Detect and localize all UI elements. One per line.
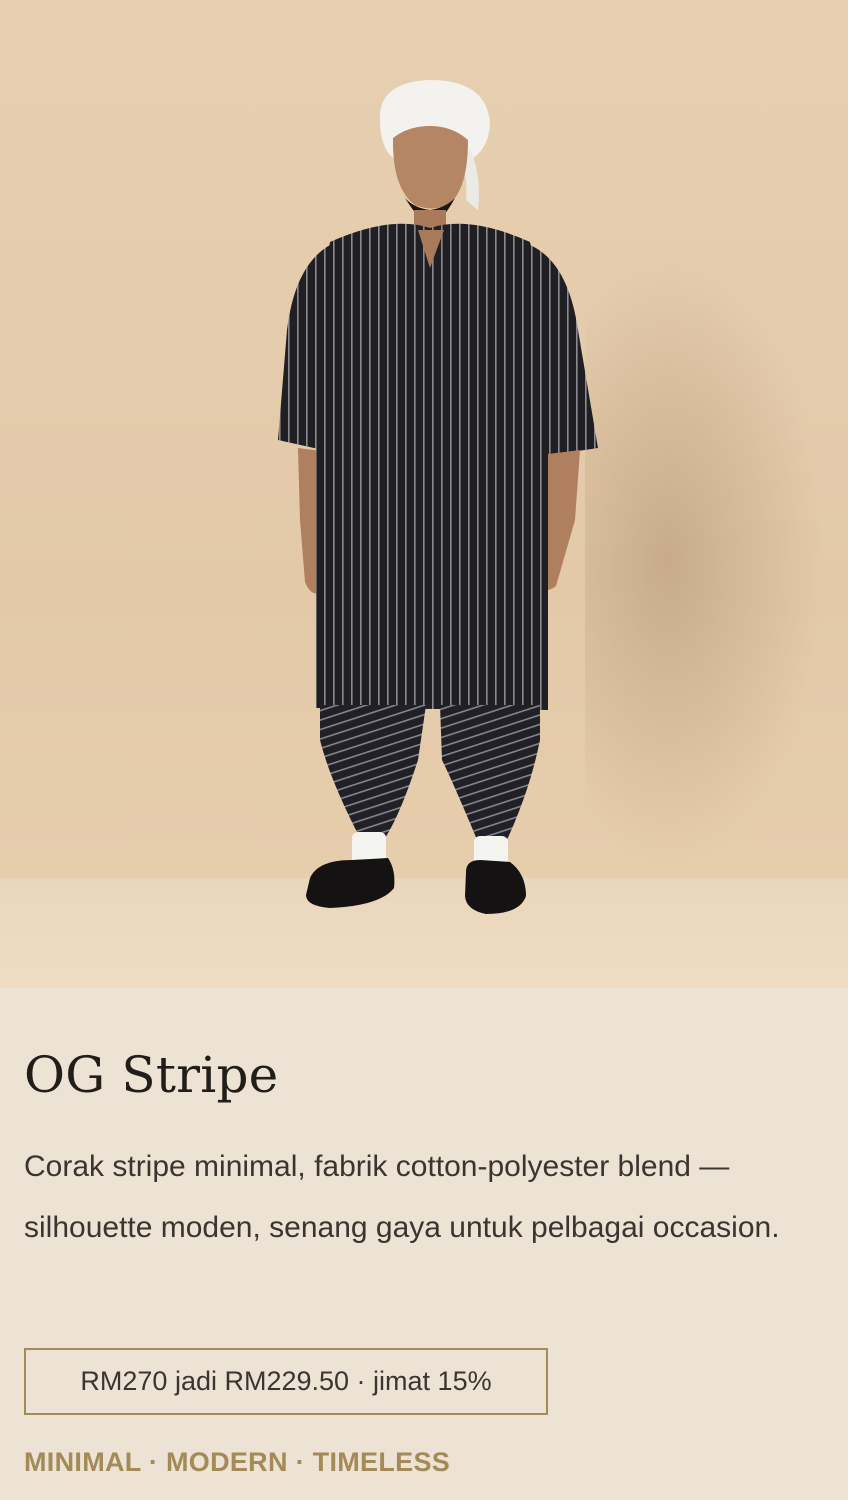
model-illustration	[278, 80, 598, 914]
price-badge: RM270 jadi RM229.50 · jimat 15%	[24, 1348, 548, 1415]
price-text: RM270 jadi RM229.50 · jimat 15%	[80, 1366, 492, 1396]
product-tagline: MINIMAL · MODERN · TIMELESS	[24, 1447, 451, 1477]
product-card: OG Stripe Corak stripe minimal, fabrik c…	[0, 0, 848, 1500]
product-image[interactable]	[0, 0, 848, 988]
product-title: OG Stripe	[24, 1046, 279, 1104]
product-description: Corak stripe minimal, fabrik cotton-poly…	[24, 1150, 780, 1244]
